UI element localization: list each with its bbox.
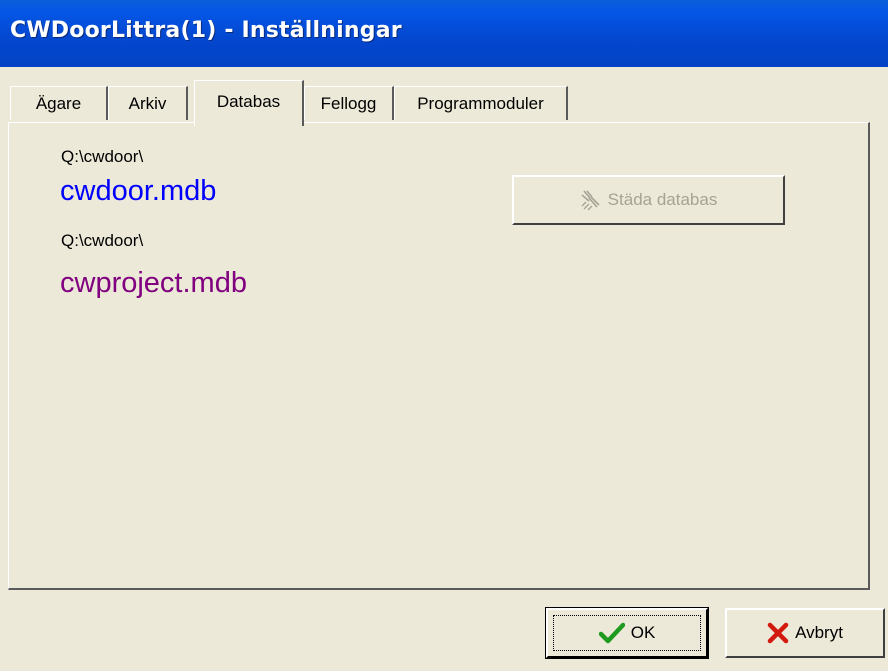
db2-path: Q:\cwdoor\ (61, 231, 144, 250)
focus-ring (553, 615, 701, 651)
settings-dialog: CWDoorLittra(1) - Inställningar Ägare Ar… (0, 0, 888, 671)
tab-label: Arkiv (128, 94, 167, 113)
tab-label: Fellogg (320, 94, 377, 113)
title-bar[interactable]: CWDoorLittra(1) - Inställningar (0, 0, 888, 67)
clean-database-button[interactable]: Städa databas (512, 175, 785, 225)
tab-agare[interactable]: Ägare (10, 86, 108, 120)
db2-name: cwproject.mdb (60, 267, 247, 299)
tab-programmoduler[interactable]: Programmoduler (394, 86, 568, 120)
broom-icon (580, 189, 602, 211)
checkmark-icon (598, 622, 625, 644)
tab-arkiv[interactable]: Arkiv (108, 86, 188, 120)
tab-panel-databas: Q:\cwdoor\ cwdoor.mdb Q:\cwdoor\ cwproje… (8, 122, 870, 590)
tab-databas[interactable]: Databas (194, 80, 304, 126)
tab-label: Ägare (35, 94, 82, 113)
cancel-button[interactable]: Avbryt (725, 608, 885, 658)
clean-database-label: Städa databas (607, 190, 718, 209)
cancel-label: Avbryt (795, 623, 843, 642)
db1-name: cwdoor.mdb (60, 175, 217, 207)
tab-label: Programmoduler (417, 94, 544, 113)
window-title: CWDoorLittra(1) - Inställningar (10, 18, 402, 43)
tab-label: Databas (216, 92, 281, 111)
x-mark-icon (767, 622, 789, 644)
tab-fellogg[interactable]: Fellogg (304, 86, 394, 120)
db1-path: Q:\cwdoor\ (61, 147, 144, 166)
ok-button[interactable]: OK (545, 607, 709, 659)
ok-label: OK (630, 623, 656, 642)
